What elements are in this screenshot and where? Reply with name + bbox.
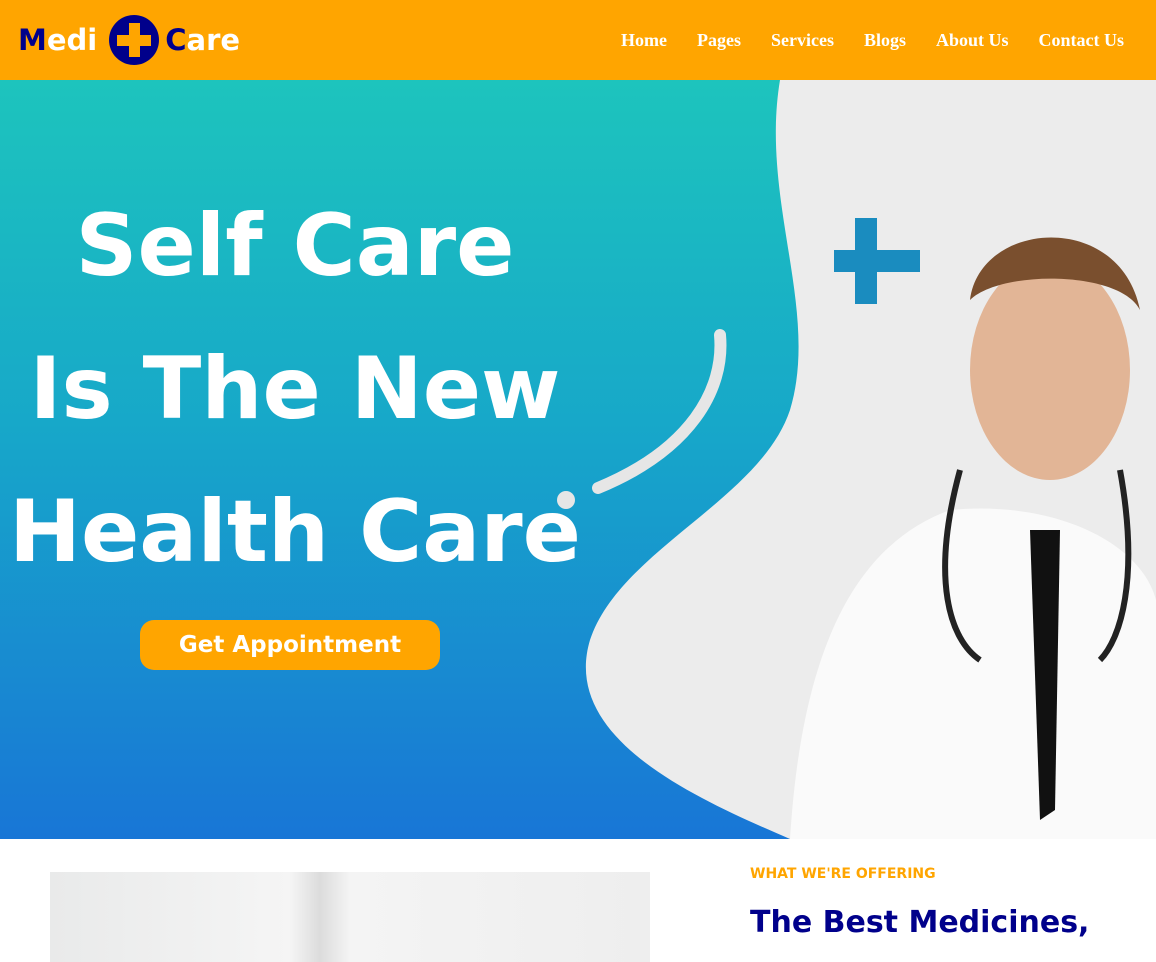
get-appointment-button[interactable]: Get Appointment <box>140 620 440 670</box>
medical-cross-icon <box>109 15 160 65</box>
logo-text: are <box>186 23 241 57</box>
logo-text: M <box>18 23 47 57</box>
offering-section: WHAT WE'RE OFFERING The Best Medicines, <box>0 839 1156 962</box>
nav-contact-us[interactable]: Contact Us <box>1039 30 1125 51</box>
logo[interactable]: Medi Care <box>18 15 240 65</box>
section-kicker: WHAT WE'RE OFFERING <box>750 866 936 882</box>
nav-about-us[interactable]: About Us <box>936 30 1009 51</box>
nav-pages[interactable]: Pages <box>697 30 741 51</box>
section-title: The Best Medicines, <box>750 905 1090 940</box>
clinic-photo <box>50 872 650 962</box>
nav-services[interactable]: Services <box>771 30 834 51</box>
hero-banner: Self Care Is The New Health Care Get Appoi… <box>0 80 1156 839</box>
navbar: Medi Care Home Pages Services Blogs Abou… <box>0 0 1156 80</box>
logo-text: C <box>165 23 187 57</box>
logo-text: edi <box>46 23 98 57</box>
hero-headline: Self Care Is The New Health Care <box>9 196 581 582</box>
nav-home[interactable]: Home <box>621 30 667 51</box>
nav-blogs[interactable]: Blogs <box>864 30 906 51</box>
main-menu: Home Pages Services Blogs About Us Conta… <box>621 30 1124 51</box>
